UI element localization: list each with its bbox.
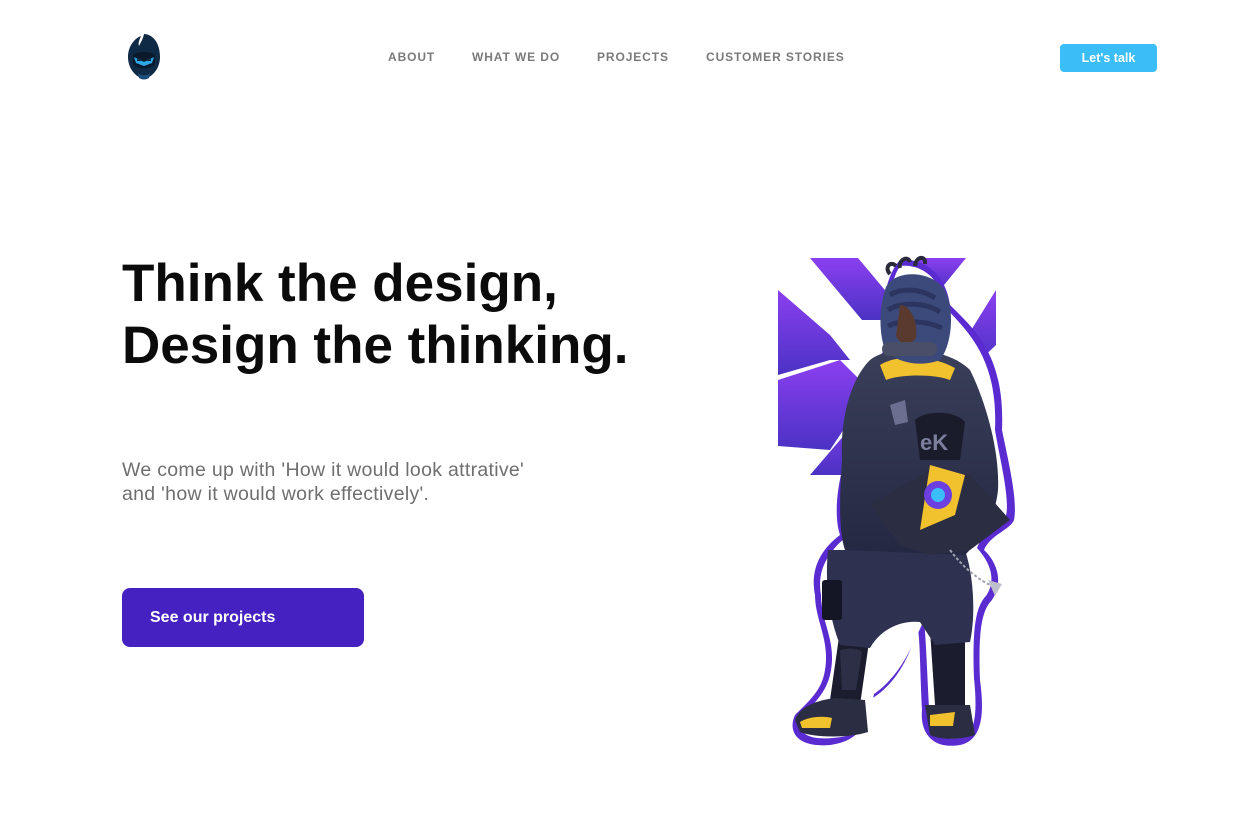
hero-title: Think the design, Design the thinking. [122, 253, 628, 377]
lets-talk-button[interactable]: Let's talk [1060, 44, 1157, 72]
nav-about[interactable]: ABOUT [388, 50, 435, 64]
nav-customer-stories[interactable]: CUSTOMER STORIES [706, 50, 845, 64]
hero-subtitle-line-2: and 'how it would work effectively'. [122, 482, 430, 505]
see-projects-button[interactable]: See our projects [122, 588, 364, 647]
nav-projects[interactable]: PROJECTS [597, 50, 669, 64]
hooded-character-illustration: eK [770, 250, 1030, 750]
nav-what-we-do[interactable]: WHAT WE DO [472, 50, 560, 64]
hero-subtitle-line-1: We come up with 'How it would look attra… [122, 459, 525, 481]
svg-text:eK: eK [920, 430, 948, 455]
hero-title-line-2: Design the thinking. [122, 316, 629, 375]
hero-title-line-1: Think the design, [122, 254, 558, 313]
main-nav: ABOUT WHAT WE DO PROJECTS CUSTOMER STORI… [0, 50, 1237, 68]
hero-subtitle: We come up with 'How it would look attra… [122, 459, 524, 506]
